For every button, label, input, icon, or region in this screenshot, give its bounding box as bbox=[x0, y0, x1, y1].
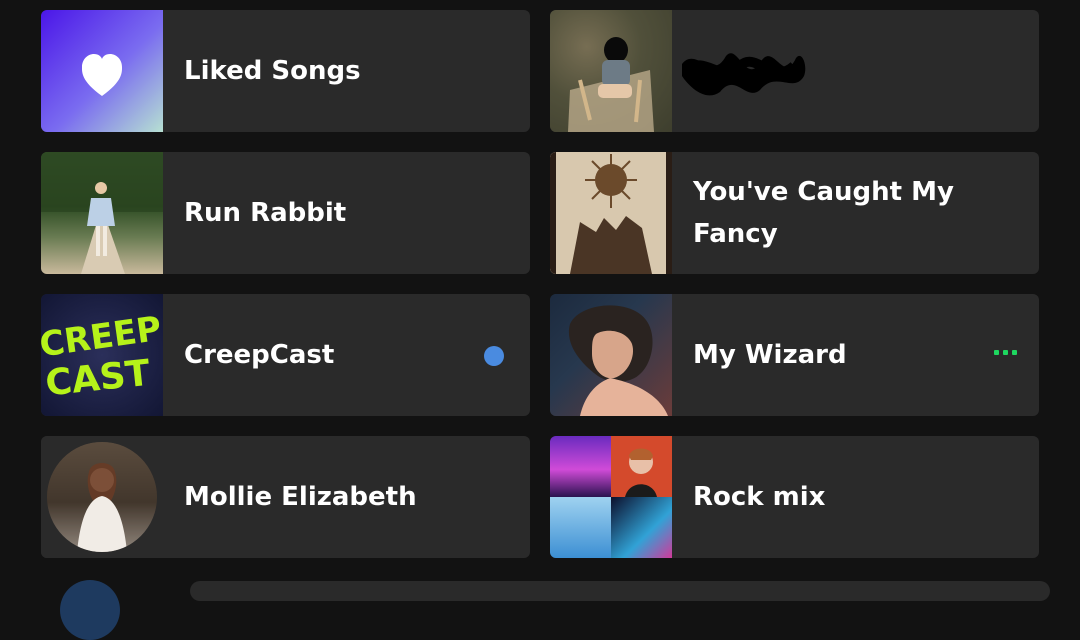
tile-creepcast[interactable]: CREEP CAST CreepCast bbox=[41, 294, 530, 416]
portrait-illustration bbox=[568, 305, 668, 416]
tile-label: Liked Songs bbox=[184, 56, 361, 86]
tile-label: Rock mix bbox=[693, 482, 826, 512]
shortcut-grid: Liked Songs Run Rabbit You've Caught My … bbox=[41, 10, 1039, 558]
cover-art bbox=[550, 152, 672, 274]
tile-my-wizard[interactable]: My Wizard bbox=[550, 294, 1039, 416]
new-episode-dot bbox=[484, 346, 504, 366]
mosaic-tile-2 bbox=[611, 436, 672, 497]
tile-label: My Wizard bbox=[693, 340, 847, 370]
mosaic-tile-1 bbox=[550, 436, 611, 497]
creepcast-logo: CREEP CAST bbox=[41, 309, 163, 405]
artist-avatar-frame bbox=[41, 436, 163, 558]
tile-youve-caught-my-fancy[interactable]: You've Caught My Fancy bbox=[550, 152, 1039, 274]
cover-art bbox=[41, 152, 163, 274]
tile-liked-songs[interactable]: Liked Songs bbox=[41, 10, 530, 132]
tile-label: Run Rabbit bbox=[184, 198, 347, 228]
heart-icon bbox=[81, 54, 123, 96]
artist-avatar bbox=[47, 442, 157, 552]
tile-mollie-elizabeth[interactable]: Mollie Elizabeth bbox=[41, 436, 530, 558]
photo-illustration bbox=[41, 152, 163, 274]
redaction-scribble bbox=[682, 53, 806, 96]
bottom-avatar[interactable] bbox=[60, 580, 120, 640]
tile-label: You've Caught My Fancy bbox=[693, 177, 954, 249]
tile-label: CreepCast bbox=[184, 340, 335, 370]
photo-illustration bbox=[550, 10, 672, 132]
bottom-pill[interactable] bbox=[190, 581, 1050, 601]
tile-run-rabbit[interactable]: Run Rabbit bbox=[41, 152, 530, 274]
tile-label: Mollie Elizabeth bbox=[184, 482, 417, 512]
playing-indicator bbox=[994, 350, 1017, 355]
tile-rock-mix[interactable]: Rock mix bbox=[550, 436, 1039, 558]
cover-art bbox=[550, 10, 672, 132]
mosaic-tile-3 bbox=[550, 497, 611, 558]
cover-art bbox=[550, 294, 672, 416]
tarot-illustration bbox=[550, 152, 672, 274]
mosaic-tile-4 bbox=[611, 497, 672, 558]
mosaic-cover-art bbox=[550, 436, 672, 558]
cover-art: CREEP CAST bbox=[41, 294, 163, 416]
liked-songs-art bbox=[41, 10, 163, 132]
tile-redacted[interactable] bbox=[550, 10, 1039, 132]
